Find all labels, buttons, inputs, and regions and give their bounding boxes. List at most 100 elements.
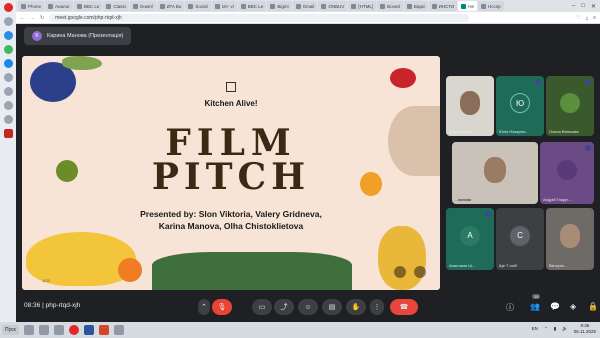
tab-item[interactable]: [HTML]	[348, 1, 377, 11]
tab-item[interactable]: Boved	[377, 1, 403, 11]
powerpoint-icon[interactable]	[98, 325, 109, 335]
close-icon[interactable]: ✕	[591, 3, 596, 10]
presentation-slide: Kitchen Alive! FILM PITCH Presented by: …	[22, 56, 440, 290]
participant-name: Анастасія Ш...	[449, 263, 476, 268]
language-indicator[interactable]: EN	[532, 326, 538, 331]
history-icon[interactable]	[3, 87, 13, 96]
participant-tile[interactable]: Олеся Вітюкова	[546, 76, 594, 136]
vk-icon[interactable]	[3, 59, 13, 68]
tab-item[interactable]: ZFA Bu	[156, 1, 185, 11]
window-controls: – □ ✕	[572, 3, 600, 10]
pineapple-image	[378, 226, 426, 290]
participant-tile[interactable]: Карина Мано...	[446, 76, 494, 136]
kitchen-logo-icon	[226, 82, 236, 92]
back-icon[interactable]: ←	[20, 15, 25, 21]
tab-item[interactable]: Відмі	[403, 1, 428, 11]
tab-favicon-icon	[480, 3, 486, 9]
network-icon[interactable]: ▮	[554, 326, 556, 332]
messenger-icon[interactable]	[3, 31, 13, 40]
reload-icon[interactable]: ↻	[40, 15, 44, 21]
zoom-icon[interactable]	[394, 266, 406, 278]
tab-item[interactable]: Нсспр	[477, 1, 504, 11]
tab-item[interactable]: Аналог	[45, 1, 73, 11]
tab-label: 15+ vi	[221, 3, 234, 9]
whatsapp-icon[interactable]	[3, 45, 13, 54]
download-icon[interactable]: ⤓	[586, 15, 588, 21]
participant-tile[interactable]: Ю Юлія Назарен...	[496, 76, 544, 136]
participant-tile[interactable]: Андрій Гладн...	[540, 142, 594, 204]
url-field[interactable]: meet.google.com/php-rtqd-xjh	[49, 13, 470, 22]
info-icon[interactable]: ⓘ	[506, 302, 514, 313]
app-icon[interactable]	[113, 325, 124, 335]
settings-icon[interactable]	[3, 115, 13, 124]
bookmark-icon[interactable]: ♡	[576, 15, 580, 21]
tab-label: Не	[468, 3, 474, 9]
tab-item[interactable]: 15+ vi	[211, 1, 237, 11]
meet-header: K Карина Манова (Презентація)	[16, 24, 600, 48]
opera-logo-icon[interactable]	[3, 3, 13, 12]
fullscreen-icon[interactable]	[414, 266, 426, 278]
present-button[interactable]: ⤴	[274, 299, 294, 315]
activities-icon[interactable]: ◈	[570, 302, 576, 311]
tab-item[interactable]: ONBUV	[318, 1, 348, 11]
chat-icon[interactable]: 💬	[550, 302, 560, 311]
people-icon[interactable]: 👥	[530, 302, 540, 311]
leaf-image	[62, 56, 102, 70]
start-button[interactable]: Пуск	[2, 325, 19, 335]
tab-item[interactable]: Gmail	[292, 1, 318, 11]
minimize-icon[interactable]: –	[572, 3, 575, 10]
tab-item[interactable]: Social	[185, 1, 211, 11]
maximize-icon[interactable]: □	[581, 3, 585, 10]
address-bar: ← → ↻ meet.google.com/php-rtqd-xjh ♡ ⤓ ≡	[16, 12, 600, 24]
participant-name: ...ванова	[455, 197, 472, 202]
volume-icon[interactable]: 🔊	[562, 326, 568, 332]
opera-taskbar-icon[interactable]	[68, 325, 79, 335]
menu-icon[interactable]: ≡	[593, 15, 596, 21]
tab-item[interactable]: Classr	[103, 1, 130, 11]
tab-item[interactable]: BBC Le	[73, 1, 103, 11]
participant-tile[interactable]: A Анастасія Ш...	[446, 208, 494, 270]
participant-photo	[557, 159, 577, 180]
meet-control-bar: 08:36 | php-rtqd-xjh ⌃ 🎙 ▭ ⤴ ☺ ▤ ✋ ⋮ ☎ ⓘ…	[16, 292, 600, 322]
end-call-button[interactable]: ☎	[390, 299, 418, 315]
folder-icon[interactable]	[38, 325, 49, 335]
slide-subtitle: Kitchen Alive!	[204, 99, 258, 108]
emoji-button[interactable]: ☺	[298, 299, 318, 315]
tab-item[interactable]: Phone	[18, 1, 45, 11]
media-icon[interactable]	[53, 325, 64, 335]
captions-button[interactable]: ▤	[322, 299, 342, 315]
adblock-icon[interactable]	[3, 129, 13, 138]
participant-video	[484, 156, 506, 183]
tab-item[interactable]: Bigmi	[267, 1, 292, 11]
tab-item[interactable]: BBC Le	[237, 1, 267, 11]
taskbar: Пуск EN ⌃ ▮ 🔊 8:36 06.11.2025	[0, 322, 600, 338]
presentation-indicator[interactable]: K Карина Манова (Презентація)	[24, 27, 132, 45]
tab-item[interactable]: Downl	[130, 1, 156, 11]
word-icon[interactable]	[83, 325, 94, 335]
heart-icon[interactable]	[3, 101, 13, 110]
tab-item[interactable]: ИНСТИ	[428, 1, 458, 11]
tab-favicon-icon	[270, 3, 276, 9]
clock[interactable]: 8:36 06.11.2025	[574, 323, 596, 334]
host-controls-icon[interactable]: 🔒	[588, 302, 598, 311]
participant-tile[interactable]: C Ще 7 осіб	[496, 208, 544, 270]
tab-favicon-icon	[406, 3, 412, 9]
forward-icon[interactable]: →	[30, 15, 35, 21]
tab-favicon-icon	[76, 3, 82, 9]
mic-off-button[interactable]: 🎙	[212, 299, 232, 315]
tab-favicon-icon	[351, 3, 357, 9]
vegetables-image	[152, 252, 352, 290]
audio-options-button[interactable]: ⌃	[198, 299, 210, 315]
chevron-up-icon[interactable]: ⌃	[544, 326, 548, 332]
send-icon[interactable]	[3, 73, 13, 82]
participant-tile[interactable]: Вікторія...	[546, 208, 594, 270]
tab-item-active[interactable]: Не	[458, 1, 477, 11]
participant-name: Карина Мано...	[449, 129, 477, 134]
camera-button[interactable]: ▭	[252, 299, 272, 315]
home-icon[interactable]	[3, 17, 13, 26]
raise-hand-button[interactable]: ✋	[346, 299, 366, 315]
participant-tile[interactable]: ...ванова	[452, 142, 538, 204]
explorer-icon[interactable]	[23, 325, 34, 335]
tab-strip: Phone Аналог BBC Le Classr Downl ZFA Bu …	[16, 0, 600, 12]
more-options-button[interactable]: ⋮	[370, 299, 384, 315]
